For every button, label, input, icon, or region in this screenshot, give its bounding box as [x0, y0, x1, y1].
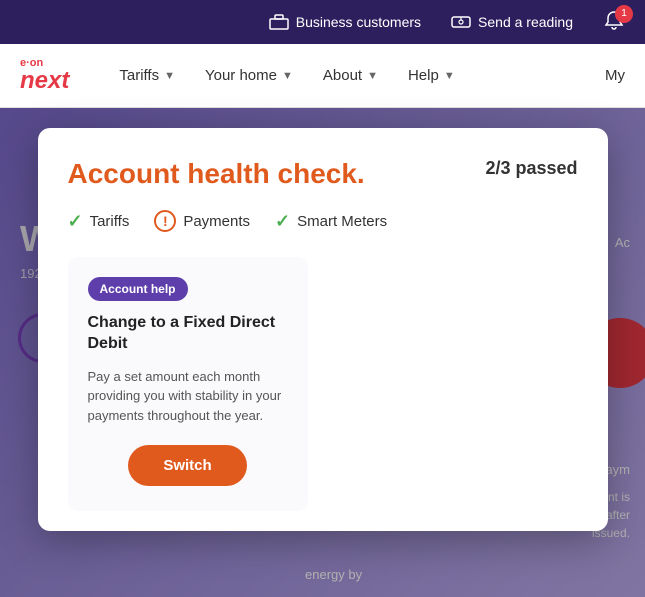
nav-tariffs-label: Tariffs — [119, 67, 159, 84]
nav-tariffs[interactable]: Tariffs ▼ — [119, 67, 175, 84]
nav-your-home[interactable]: Your home ▼ — [205, 67, 293, 84]
check-smart-meters-icon: ✓ — [275, 211, 290, 232]
help-card-title: Change to a Fixed Direct Debit — [88, 313, 288, 355]
switch-button[interactable]: Switch — [128, 445, 246, 486]
logo[interactable]: e·on next — [20, 58, 69, 93]
nav-your-home-label: Your home — [205, 67, 277, 84]
nav-help-chevron: ▼ — [444, 70, 455, 82]
notification-count: 1 — [615, 5, 633, 23]
nav-my-label: My — [605, 67, 625, 84]
check-tariffs-label: Tariffs — [90, 213, 130, 230]
help-card-description: Pay a set amount each month providing yo… — [88, 367, 288, 426]
check-payments-label: Payments — [183, 213, 250, 230]
check-payments-icon: ! — [154, 210, 176, 232]
modal-header: Account health check. 2/3 passed — [68, 158, 578, 190]
nav-help[interactable]: Help ▼ — [408, 67, 455, 84]
modal-title: Account health check. — [68, 158, 365, 190]
nav-help-label: Help — [408, 67, 439, 84]
health-check-modal: Account health check. 2/3 passed ✓ Tarif… — [38, 128, 608, 531]
send-reading-label: Send a reading — [478, 14, 573, 30]
top-bar: Business customers Send a reading 1 — [0, 0, 645, 44]
send-reading-link[interactable]: Send a reading — [451, 12, 573, 32]
logo-next: next — [20, 69, 69, 93]
nav-tariffs-chevron: ▼ — [164, 70, 175, 82]
check-smart-meters-label: Smart Meters — [297, 213, 387, 230]
check-tariffs: ✓ Tariffs — [68, 211, 130, 232]
nav-about[interactable]: About ▼ — [323, 67, 378, 84]
nav-about-label: About — [323, 67, 362, 84]
help-badge: Account help — [88, 277, 188, 301]
modal-overlay: Account health check. 2/3 passed ✓ Tarif… — [0, 108, 645, 597]
check-payments: ! Payments — [154, 210, 250, 232]
business-customers-label: Business customers — [296, 14, 421, 30]
nav-about-chevron: ▼ — [367, 70, 378, 82]
checks-row: ✓ Tariffs ! Payments ✓ Smart Meters — [68, 210, 578, 232]
business-customers-link[interactable]: Business customers — [269, 12, 421, 32]
business-icon — [269, 12, 289, 32]
check-smart-meters: ✓ Smart Meters — [275, 211, 387, 232]
nav-my-account[interactable]: My — [605, 67, 625, 84]
nav-your-home-chevron: ▼ — [282, 70, 293, 82]
meter-icon — [451, 12, 471, 32]
notification-bell[interactable]: 1 — [603, 10, 625, 35]
help-card: Account help Change to a Fixed Direct De… — [68, 257, 308, 511]
check-tariffs-icon: ✓ — [68, 211, 83, 232]
nav-bar: e·on next Tariffs ▼ Your home ▼ About ▼ … — [0, 44, 645, 108]
modal-score: 2/3 passed — [485, 158, 577, 179]
